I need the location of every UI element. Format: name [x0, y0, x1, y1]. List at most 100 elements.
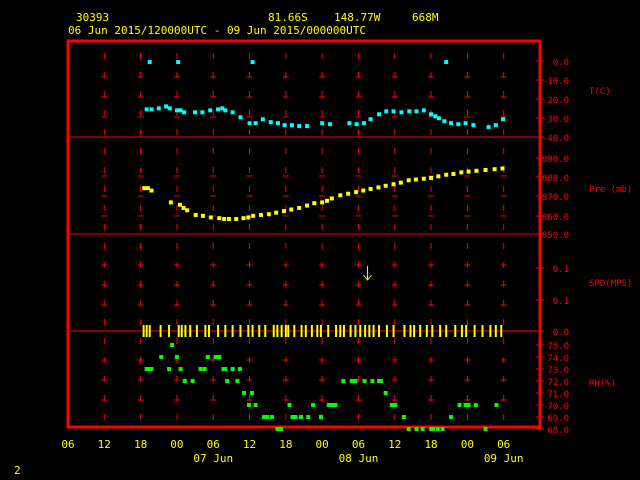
rh-point [362, 379, 367, 383]
pressure-point [492, 167, 497, 172]
temp-point [238, 115, 243, 120]
rh-point [223, 367, 228, 371]
rh-point [269, 415, 274, 419]
rh-point [198, 367, 203, 371]
y-tick-label: -40.0 [542, 134, 569, 144]
temp-point [182, 110, 187, 115]
x-tick-label: 12 [98, 438, 111, 451]
temp-point [260, 117, 265, 122]
x-tick-label: 00 [461, 438, 474, 451]
pressure-point [429, 175, 434, 180]
temp-point [230, 110, 235, 115]
temp-point [501, 117, 506, 122]
x-tick-label: 06 [497, 438, 510, 451]
y-tick-label: 74.0 [547, 354, 569, 364]
pressure-point [483, 168, 488, 173]
pressure-point [368, 186, 373, 191]
pressure-point [246, 215, 251, 220]
temp-point [268, 120, 273, 125]
temp-point [216, 107, 221, 112]
rh-point [370, 379, 375, 383]
temp-point [368, 117, 373, 122]
temp-point [377, 112, 382, 117]
rh-point [406, 427, 411, 431]
rh-point [473, 403, 478, 407]
x-tick-label: 06 [352, 438, 365, 451]
rh-point [213, 355, 218, 359]
rh-point [159, 355, 164, 359]
temp-point [200, 110, 205, 115]
temp-point [493, 123, 498, 128]
rh-point [353, 379, 358, 383]
pressure-point [181, 205, 186, 210]
y-tick-label: 850.0 [542, 231, 569, 241]
x-tick-label: 00 [170, 438, 183, 451]
temp-point [433, 114, 438, 119]
pressure-point [241, 216, 246, 221]
pressure-point [200, 213, 205, 218]
temp-point [449, 121, 454, 126]
x-tick-label: 12 [243, 438, 256, 451]
rh-point [494, 403, 499, 407]
y-tick-label: -30.0 [542, 115, 569, 125]
x-date-label: 07 Jun [193, 452, 233, 465]
rh-point [235, 379, 240, 383]
temp-point [429, 112, 434, 117]
pressure-point [413, 177, 418, 182]
pressure-point [444, 172, 449, 177]
rh-point [306, 415, 311, 419]
rh-point [311, 403, 316, 407]
y-tick-label: 0.1 [553, 297, 569, 307]
pressure-point [346, 191, 351, 196]
temp-point [156, 106, 161, 111]
pressure-point [193, 213, 198, 218]
temp-point [144, 107, 149, 112]
y-tick-label: 75.0 [547, 342, 569, 352]
pressure-point [312, 201, 317, 206]
pressure-point [177, 202, 182, 207]
pressure-point [305, 203, 310, 208]
pressure-point [474, 168, 479, 173]
y-tick-label: 0.1 [553, 265, 569, 275]
temp-point [463, 121, 468, 126]
rh-point [457, 403, 462, 407]
pressure-point [222, 216, 227, 221]
panel-label: RH(%) [589, 379, 616, 389]
temp-point [399, 110, 404, 115]
temp-point [384, 109, 389, 114]
y-tick-label: 0.0 [553, 58, 569, 68]
pressure-point [500, 166, 505, 171]
pressure-point [297, 205, 302, 210]
rh-point [349, 379, 354, 383]
rh-point [225, 379, 230, 383]
pressure-point [406, 178, 411, 183]
rh-point [249, 391, 254, 395]
pressure-point [142, 186, 147, 191]
rh-point [435, 427, 440, 431]
pressure-point [274, 210, 279, 215]
panel-label: Pre (mb) [589, 185, 632, 195]
x-tick-label: 06 [207, 438, 220, 451]
x-date-label: 09 Jun [484, 452, 524, 465]
y-tick-label: -20.0 [542, 96, 569, 106]
temp-point [414, 109, 419, 114]
temp-point [444, 60, 449, 64]
x-date-label: 08 Jun [339, 452, 379, 465]
temp-point [167, 106, 172, 111]
pressure-point [226, 216, 231, 221]
panel-label: SPD(MPS) [589, 279, 632, 289]
y-tick-label: -10.0 [542, 77, 569, 87]
y-tick-label: 0.0 [553, 328, 569, 338]
temp-point [361, 121, 366, 126]
temp-point [149, 107, 154, 112]
rh-point [389, 403, 394, 407]
rh-point [430, 427, 435, 431]
pressure-point [145, 186, 150, 191]
temp-point [442, 119, 447, 124]
rh-point [237, 367, 242, 371]
temp-point [247, 121, 252, 126]
pressure-point [398, 180, 403, 185]
x-tick-label: 18 [279, 438, 292, 451]
rh-point [378, 379, 383, 383]
pressure-point [329, 196, 334, 201]
